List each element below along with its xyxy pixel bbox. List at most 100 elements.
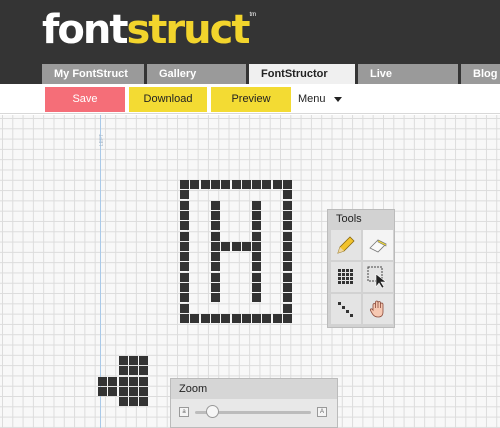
caret-down-icon bbox=[333, 96, 342, 102]
eraser-tool-button[interactable] bbox=[363, 230, 393, 260]
glyph-pixel bbox=[139, 376, 149, 386]
glyph-pixel bbox=[139, 366, 149, 376]
glyph-pixel bbox=[180, 303, 189, 313]
glyph-pixel bbox=[252, 313, 262, 323]
glyph-pixel bbox=[180, 200, 189, 210]
glyph-pixel bbox=[241, 241, 251, 251]
line-icon bbox=[338, 302, 353, 317]
glyph-pixel bbox=[128, 386, 138, 396]
menu-dropdown[interactable]: Menu bbox=[298, 87, 342, 112]
tab-blog[interactable]: Blog bbox=[461, 64, 500, 84]
glyph-pixel bbox=[283, 200, 292, 210]
glyph-pixel bbox=[128, 397, 138, 407]
hand-tool-button[interactable] bbox=[363, 294, 393, 324]
glyph-partial-drawing[interactable] bbox=[98, 356, 158, 418]
glyph-pixel bbox=[180, 283, 189, 292]
download-button[interactable]: Download bbox=[129, 87, 207, 112]
select-arrow-icon bbox=[367, 266, 387, 289]
glyph-pixel bbox=[180, 241, 189, 251]
tools-panel: Tools bbox=[327, 209, 395, 328]
glyph-pixel bbox=[180, 221, 189, 231]
glyph-pixel bbox=[180, 252, 189, 262]
glyph-pixel bbox=[252, 210, 262, 220]
glyph-pixel bbox=[262, 313, 272, 323]
glyph-pixel bbox=[139, 386, 149, 396]
glyph-pixel bbox=[190, 313, 200, 323]
glyph-pixel bbox=[210, 200, 220, 210]
glyph-pixel bbox=[180, 313, 189, 323]
glyph-pixel bbox=[210, 241, 220, 251]
left-guide-label: LEFT bbox=[99, 133, 106, 147]
save-button[interactable]: Save bbox=[45, 87, 125, 112]
glyph-pixel bbox=[200, 313, 210, 323]
menu-label: Menu bbox=[298, 93, 326, 105]
glyph-pixel bbox=[210, 283, 220, 292]
glyph-pixel bbox=[180, 180, 189, 189]
line-tool-button[interactable] bbox=[331, 294, 361, 324]
glyph-pixel bbox=[252, 293, 262, 303]
glyph-pixel bbox=[283, 210, 292, 220]
glyph-pixel bbox=[262, 180, 272, 189]
glyph-pixel bbox=[210, 180, 220, 189]
glyph-pixel bbox=[283, 180, 292, 189]
glyph-pixel bbox=[128, 376, 138, 386]
glyph-pixel bbox=[128, 366, 138, 376]
zoom-slider-knob[interactable] bbox=[206, 405, 220, 418]
glyph-pixel bbox=[139, 397, 149, 407]
fontstruct-logo[interactable]: font struct tm bbox=[42, 6, 256, 50]
glyph-pixel bbox=[283, 272, 292, 282]
zoom-panel-title: Zoom bbox=[171, 379, 337, 399]
glyph-pixel bbox=[98, 386, 107, 396]
glyph-pixel bbox=[283, 293, 292, 303]
glyph-pixel bbox=[200, 180, 210, 189]
preview-button[interactable]: Preview bbox=[211, 87, 291, 112]
select-tool-button[interactable] bbox=[363, 262, 393, 292]
hand-icon bbox=[369, 300, 384, 318]
glyph-h-drawing[interactable] bbox=[180, 180, 295, 325]
glyph-pixel bbox=[252, 283, 262, 292]
glyph-pixel bbox=[180, 262, 189, 272]
fill-tool-button[interactable] bbox=[331, 262, 361, 292]
glyph-pixel bbox=[210, 231, 220, 241]
glyph-pixel bbox=[190, 180, 200, 189]
glyph-pixel bbox=[272, 313, 282, 323]
tab-fontstructor[interactable]: FontStructor bbox=[249, 64, 355, 84]
glyph-pixel bbox=[221, 180, 231, 189]
glyph-pixel bbox=[283, 252, 292, 262]
glyph-pixel bbox=[283, 190, 292, 200]
glyph-pixel bbox=[210, 221, 220, 231]
logo-trademark: tm bbox=[249, 12, 257, 18]
glyph-pixel bbox=[283, 303, 292, 313]
glyph-pixel bbox=[283, 231, 292, 241]
main-nav-tabs: My FontStruct Gallery FontStructor Live … bbox=[0, 64, 500, 84]
tab-gallery[interactable]: Gallery bbox=[147, 64, 246, 84]
glyph-pixel bbox=[283, 313, 292, 323]
glyph-pixel bbox=[252, 262, 262, 272]
zoom-out-button[interactable]: a bbox=[179, 407, 189, 417]
glyph-pixel bbox=[210, 210, 220, 220]
glyph-pixel bbox=[252, 180, 262, 189]
glyph-pixel bbox=[252, 272, 262, 282]
tab-live[interactable]: Live bbox=[358, 64, 458, 84]
tab-my-fontstruct[interactable]: My FontStruct bbox=[42, 64, 144, 84]
glyph-pixel bbox=[252, 252, 262, 262]
glyph-pixel bbox=[241, 180, 251, 189]
glyph-pixel bbox=[210, 262, 220, 272]
glyph-pixel bbox=[180, 190, 189, 200]
glyph-pixel bbox=[231, 313, 241, 323]
pencil-icon bbox=[337, 236, 355, 254]
glyph-pixel bbox=[252, 221, 262, 231]
glyph-pixel bbox=[210, 252, 220, 262]
pencil-tool-button[interactable] bbox=[331, 230, 361, 260]
glyph-pixel bbox=[231, 241, 241, 251]
glyph-pixel bbox=[283, 283, 292, 292]
glyph-pixel bbox=[180, 293, 189, 303]
glyph-pixel bbox=[98, 376, 107, 386]
glyph-pixel bbox=[118, 376, 128, 386]
zoom-in-button[interactable]: A bbox=[317, 407, 327, 417]
glyph-pixel bbox=[210, 293, 220, 303]
logo-struct-part: struct bbox=[126, 7, 250, 53]
editor-toolbar: Save Download Preview Menu bbox=[0, 84, 500, 114]
glyph-pixel bbox=[118, 356, 128, 365]
glyph-pixel bbox=[139, 356, 149, 365]
